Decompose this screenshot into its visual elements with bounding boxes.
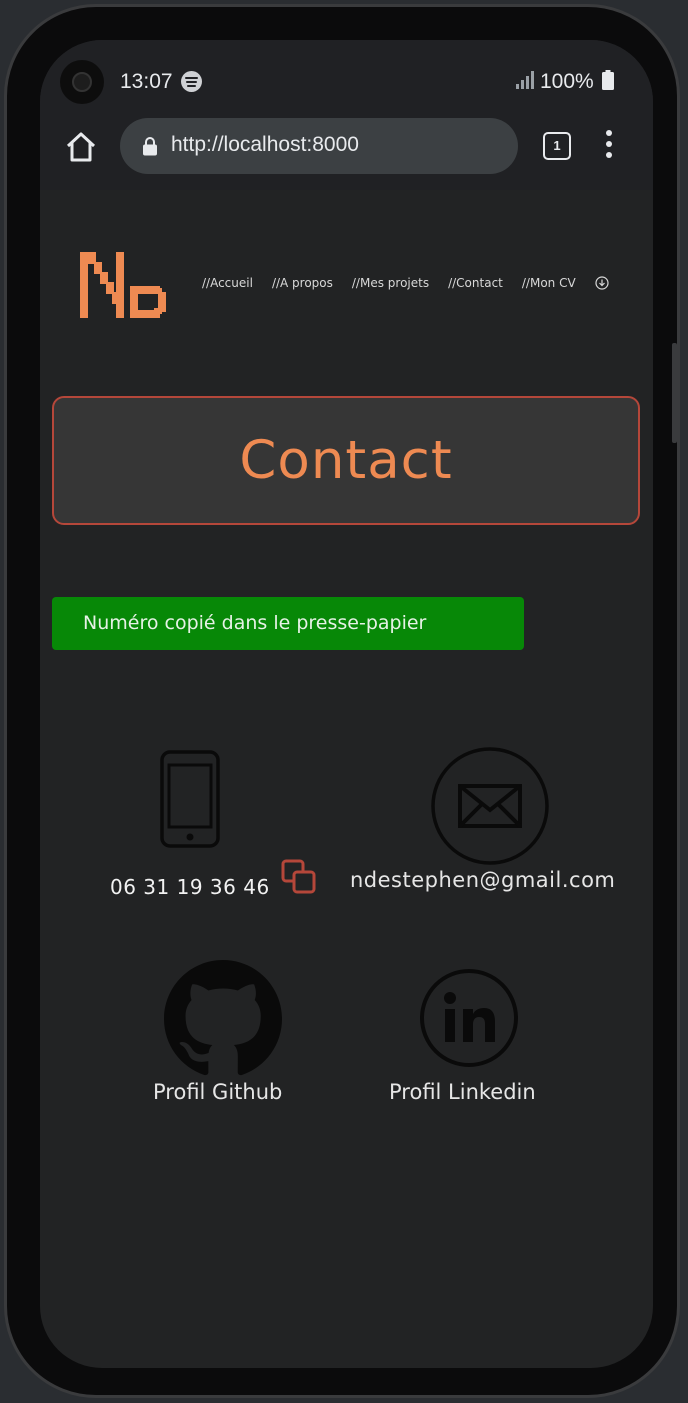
download-icon[interactable] (595, 276, 609, 290)
page-title-box: Contact (52, 396, 640, 525)
battery-icon (602, 70, 614, 90)
browser-toolbar: http://localhost:8000 1 (40, 118, 653, 190)
site-logo[interactable] (80, 248, 176, 324)
mail-icon[interactable] (430, 746, 550, 866)
email-address[interactable]: ndestephen@gmail.com (350, 868, 615, 892)
nav-contact[interactable]: //Contact (448, 276, 503, 290)
side-button (672, 343, 677, 443)
url-text: http://localhost:8000 (171, 133, 359, 156)
linkedin-link[interactable]: Profil Linkedin (389, 1080, 536, 1104)
status-time: 13:07 (120, 70, 173, 93)
spotify-icon (181, 71, 202, 92)
nav-a-propos[interactable]: //A propos (272, 276, 333, 290)
tabs-icon[interactable]: 1 (543, 132, 571, 160)
screen: 13:07 100% http://localhost:8000 1 //Acc… (40, 40, 653, 1368)
menu-dots-icon[interactable] (605, 130, 613, 160)
main-nav: //Accueil //A propos //Mes projets //Con… (202, 276, 609, 290)
github-link[interactable]: Profil Github (153, 1080, 282, 1104)
signal-icon (516, 71, 534, 89)
status-bar: 13:07 100% (40, 40, 653, 118)
linkedin-icon[interactable] (419, 968, 519, 1068)
nav-mon-cv[interactable]: //Mon CV (522, 276, 576, 290)
phone-number: 06 31 19 36 46 (110, 875, 270, 899)
nav-mes-projets[interactable]: //Mes projets (352, 276, 429, 290)
battery-percent: 100% (540, 70, 594, 93)
github-icon[interactable] (164, 960, 282, 1078)
lock-icon (143, 137, 157, 156)
copied-toast: Numéro copié dans le presse-papier (52, 597, 524, 650)
copy-icon[interactable] (280, 858, 318, 896)
camera-icon (60, 60, 104, 104)
phone-frame: 13:07 100% http://localhost:8000 1 //Acc… (4, 4, 680, 1398)
smartphone-icon (160, 750, 220, 848)
nav-accueil[interactable]: //Accueil (202, 276, 253, 290)
url-field[interactable]: http://localhost:8000 (120, 118, 518, 174)
home-icon[interactable] (64, 130, 98, 164)
toast-message: Numéro copié dans le presse-papier (83, 612, 427, 634)
page-title: Contact (239, 430, 453, 491)
